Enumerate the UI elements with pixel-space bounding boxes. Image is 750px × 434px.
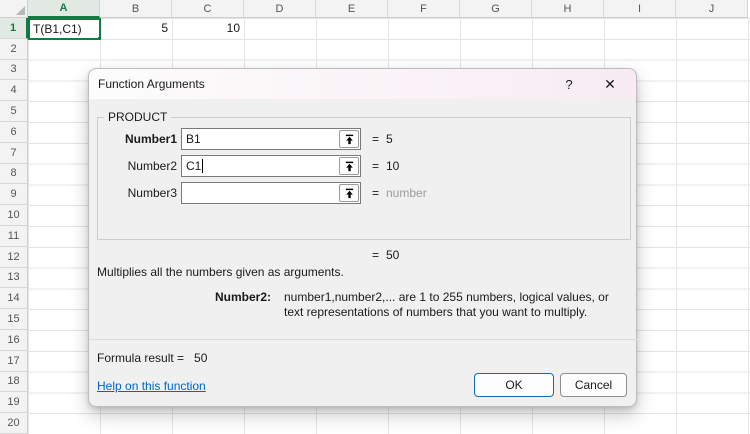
argument-row-number3: Number3 = number [89, 182, 638, 204]
collapse-arrow-icon [345, 134, 353, 144]
row-header-18[interactable]: 18 [0, 371, 28, 393]
overall-result: 50 [386, 248, 400, 262]
number1-collapse-dialog-button[interactable] [339, 130, 359, 148]
number1-result: 5 [386, 132, 393, 146]
number1-input[interactable]: B1 [181, 128, 361, 150]
number3-equals: = [372, 186, 380, 200]
row-header-20[interactable]: 20 [0, 413, 28, 434]
column-header-D[interactable]: D [244, 0, 316, 18]
row-header-17[interactable]: 17 [0, 350, 28, 372]
number3-label: Number3 [127, 186, 177, 200]
dialog-title: Function Arguments [98, 77, 205, 91]
ok-button[interactable]: OK [474, 373, 554, 397]
function-arguments-dialog: Function Arguments ? ✕ PRODUCT Number1 B… [88, 68, 638, 407]
argument-help-label: Number2: [214, 290, 271, 304]
number1-equals: = [372, 132, 380, 146]
fill-handle[interactable] [97, 36, 99, 38]
select-all-triangle-icon [16, 6, 25, 15]
column-header-H[interactable]: H [532, 0, 604, 18]
row-header-16[interactable]: 16 [0, 329, 28, 351]
selected-cell-A1[interactable]: T(B1,C1) [28, 18, 101, 40]
number3-result-placeholder: number [386, 186, 427, 200]
function-name: PRODUCT [104, 110, 172, 124]
row-header-12[interactable]: 12 [0, 246, 28, 268]
number2-equals: = [372, 159, 380, 173]
overall-equals: = [372, 248, 380, 262]
cell-C1[interactable]: 10 [172, 18, 244, 39]
row-header-11[interactable]: 11 [0, 225, 28, 247]
collapse-arrow-icon [345, 188, 353, 198]
column-header-C[interactable]: C [172, 0, 244, 18]
column-header-I[interactable]: I [604, 0, 676, 18]
number2-input[interactable]: C1 [181, 155, 361, 177]
row-header-2[interactable]: 2 [0, 38, 28, 60]
help-on-this-function-link[interactable]: Help on this function [97, 379, 206, 394]
row-header-14[interactable]: 14 [0, 288, 28, 310]
number2-value: C1 [186, 159, 202, 173]
number2-result: 10 [386, 159, 400, 173]
formula-result-row: Formula result = 50 [97, 350, 207, 366]
row-header-1[interactable]: 1 [0, 18, 28, 39]
column-header-B[interactable]: B [100, 0, 172, 18]
formula-result-label: Formula result = [97, 351, 185, 365]
function-description: Multiplies all the numbers given as argu… [97, 265, 344, 279]
number2-label: Number2 [127, 159, 177, 173]
argument-row-number2: Number2 C1 = 10 [89, 155, 638, 177]
row-header-5[interactable]: 5 [0, 101, 28, 122]
formula-result-value: 50 [194, 351, 208, 365]
column-header-A[interactable]: A [28, 0, 100, 18]
argument-help-text: number1,number2,... are 1 to 255 numbers… [284, 290, 609, 319]
column-header-E[interactable]: E [316, 0, 388, 18]
column-header-F[interactable]: F [388, 0, 460, 18]
row-headers: 123456789101112131415161718192021 [0, 18, 28, 434]
text-cursor [202, 159, 204, 173]
row-header-9[interactable]: 9 [0, 184, 28, 206]
argument-help: Number2: number1,number2,... are 1 to 25… [97, 290, 631, 319]
column-headers: ABCDEFGHIJ [28, 0, 748, 18]
number3-collapse-dialog-button[interactable] [339, 184, 359, 202]
row-header-19[interactable]: 19 [0, 392, 28, 414]
number3-input[interactable] [181, 182, 361, 204]
dialog-help-button[interactable]: ? [552, 69, 586, 99]
row-header-3[interactable]: 3 [0, 59, 28, 81]
row-header-4[interactable]: 4 [0, 80, 28, 102]
row-header-13[interactable]: 13 [0, 267, 28, 289]
select-all-corner[interactable] [0, 0, 28, 18]
argument-row-number1: Number1 B1 = 5 [89, 128, 638, 150]
row-header-15[interactable]: 15 [0, 309, 28, 330]
row-header-6[interactable]: 6 [0, 121, 28, 143]
number1-label: Number1 [124, 132, 177, 146]
column-header-J[interactable]: J [676, 0, 748, 18]
number1-value: B1 [186, 132, 201, 146]
row-header-8[interactable]: 8 [0, 163, 28, 185]
cell-B1[interactable]: 5 [100, 18, 172, 39]
column-header-G[interactable]: G [460, 0, 532, 18]
cancel-button[interactable]: Cancel [560, 373, 627, 397]
row-header-10[interactable]: 10 [0, 205, 28, 226]
overall-result-row: = 50 [89, 247, 638, 263]
dialog-close-button[interactable]: ✕ [593, 69, 627, 99]
collapse-arrow-icon [345, 161, 353, 171]
spreadsheet: ABCDEFGHIJ 1 2 3 4 5 6 7 8 9 10 11 12 13 14 15 16 17 18 19… [0, 0, 750, 434]
row-header-7[interactable]: 7 [0, 142, 28, 164]
cell-A1-text: T(B1,C1) [33, 22, 82, 36]
number2-collapse-dialog-button[interactable] [339, 157, 359, 175]
dialog-separator [89, 339, 638, 340]
